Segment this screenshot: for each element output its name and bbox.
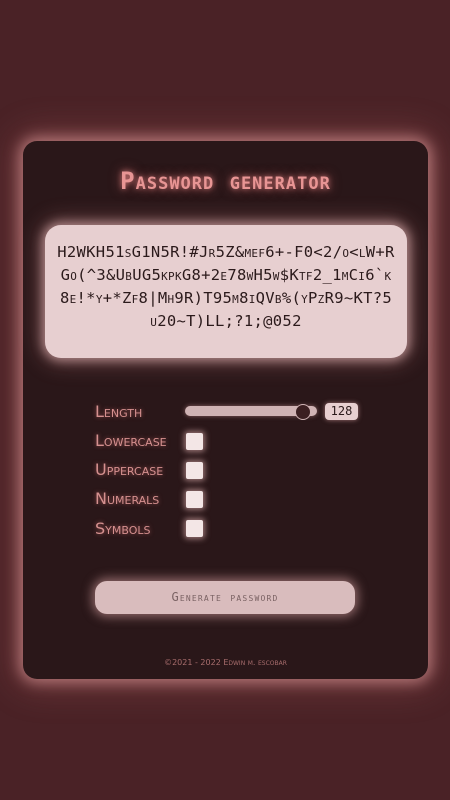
password-output-text[interactable]: H2WKH51sG1N5R!#Jr5Z&mef6+-F0<2/o<lW+RGo(… [57,241,395,333]
lowercase-checkbox[interactable] [186,433,203,450]
symbols-label: Symbols [95,519,151,538]
generator-card: Password generator H2WKH51sG1N5R!#Jr5Z&m… [23,141,428,679]
copyright-footer: ©2021 - 2022 Edwin m. escobar [164,658,287,667]
page-background: Password generator H2WKH51sG1N5R!#Jr5Z&m… [0,0,450,800]
numerals-checkbox[interactable] [186,491,203,508]
length-value-input[interactable]: 128 [325,403,358,420]
length-slider-thumb[interactable] [295,404,311,420]
length-slider[interactable] [185,404,317,420]
symbols-checkbox[interactable] [186,520,203,537]
uppercase-checkbox[interactable] [186,462,203,479]
generate-password-button[interactable]: Generate password [95,581,355,614]
length-label: Length [95,402,143,421]
numerals-label: Numerals [95,489,160,508]
lowercase-label: Lowercase [95,431,167,450]
uppercase-label: Uppercase [95,460,164,479]
password-output-box[interactable]: H2WKH51sG1N5R!#Jr5Z&mef6+-F0<2/o<lW+RGo(… [45,225,407,358]
app-title: Password generator [120,167,331,195]
